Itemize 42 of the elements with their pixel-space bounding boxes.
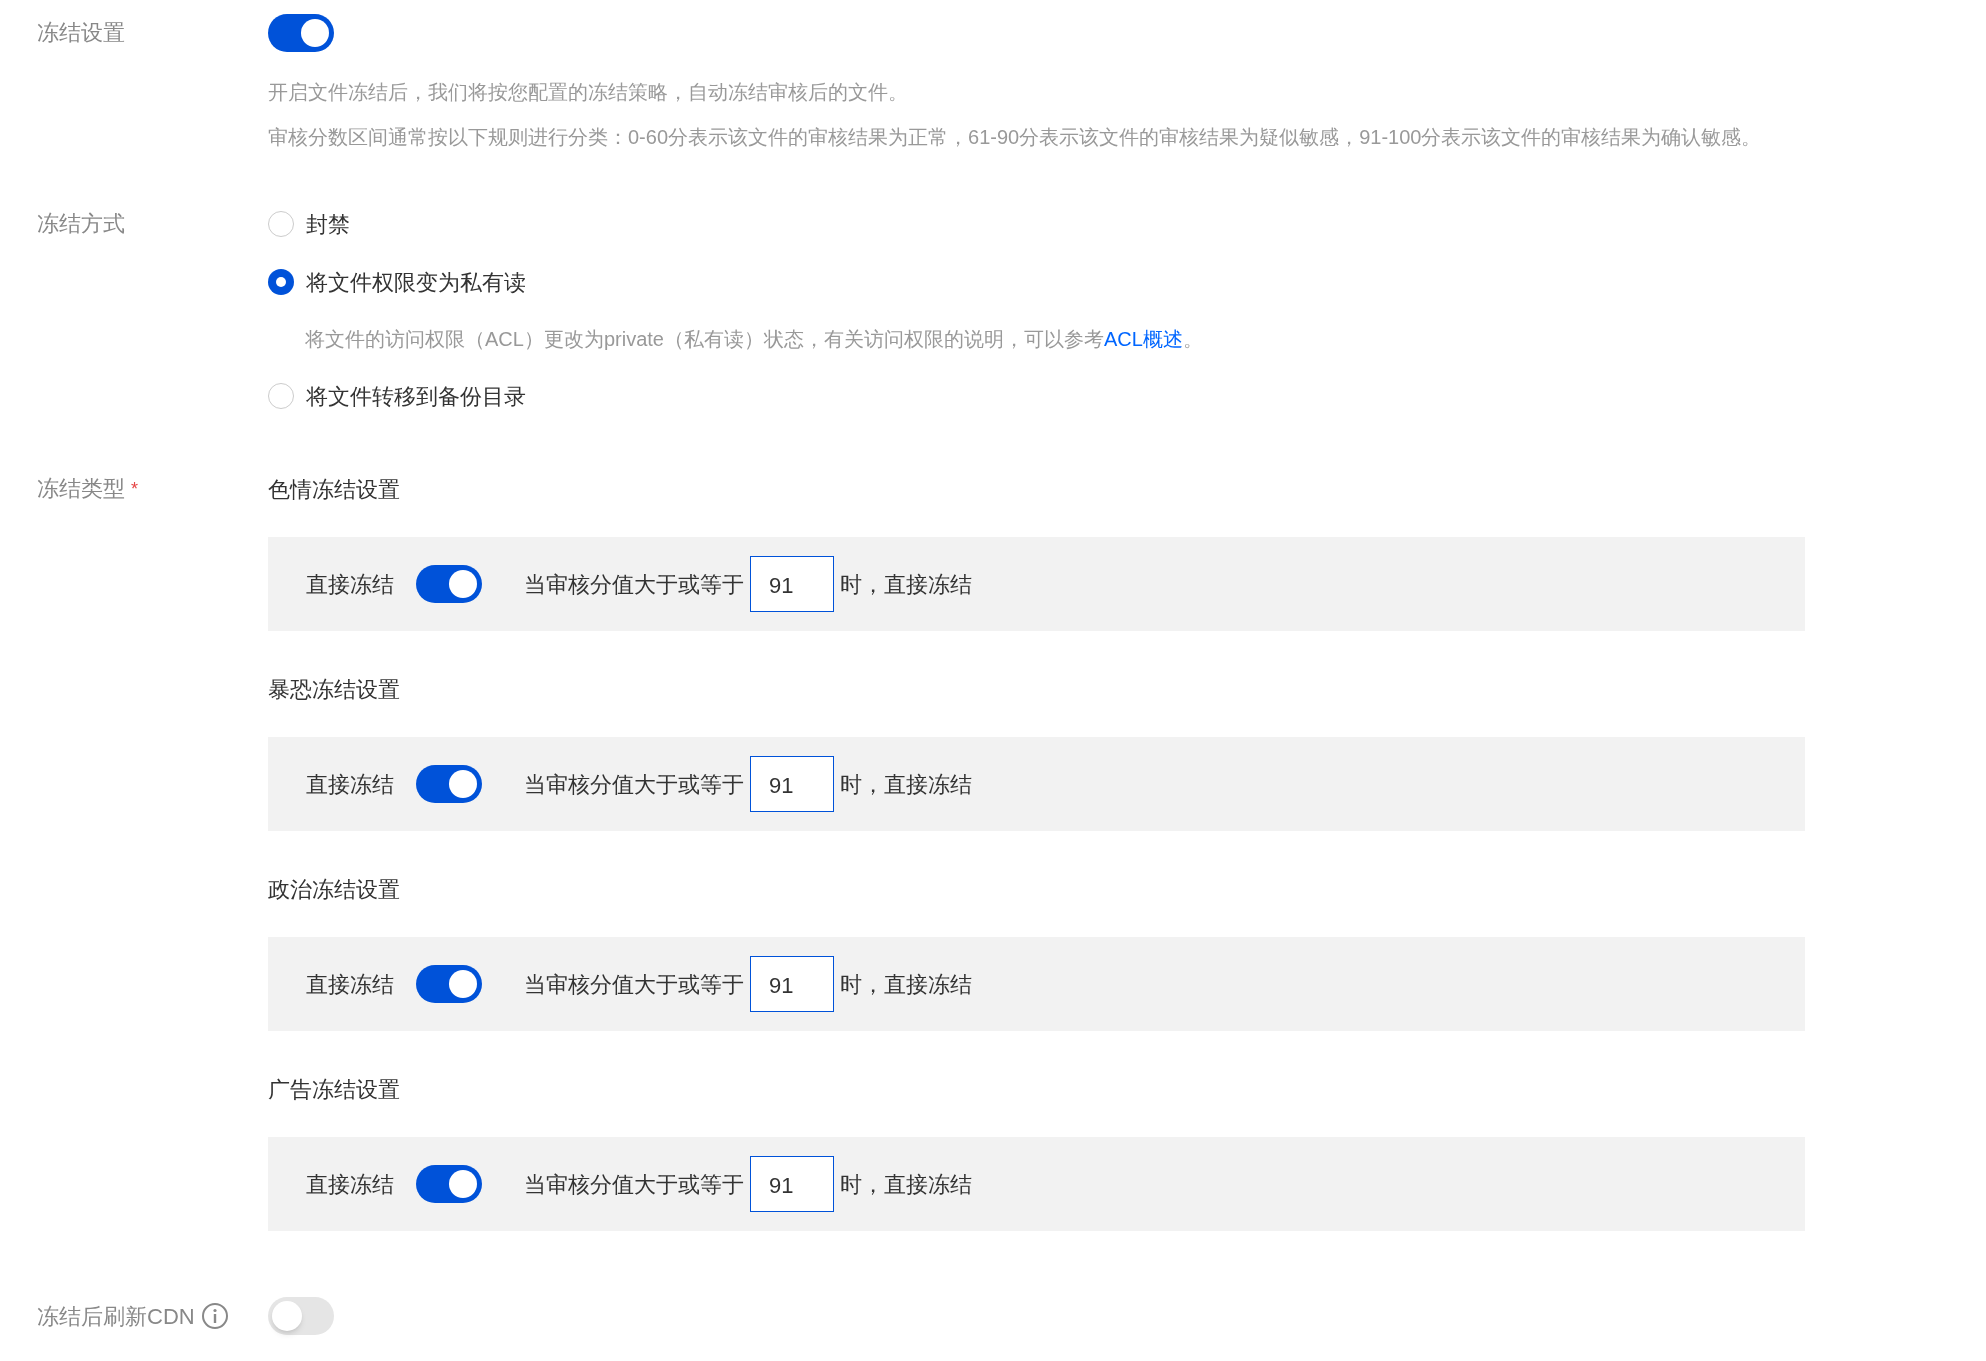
- radio-option[interactable]: 将文件转移到备份目录: [268, 373, 526, 419]
- acl-link[interactable]: ACL概述: [1103, 328, 1183, 350]
- toggle-switch[interactable]: [416, 1165, 482, 1203]
- radio-option[interactable]: 将文件权限变为私有读: [268, 259, 526, 305]
- description-text: 审核分数区间通常按以下规则进行分类：0-60分表示该文件的审核结果为正常，61-90分表示该文件的审核结果为疑似敏感，91-100分表示该文件的审核结果为确认敏感。: [268, 125, 1762, 150]
- suffix-text: 时，直接冻结: [840, 570, 972, 599]
- option-note: 将文件的访问权限（ACL）更改为private（私有读）状态，有关访问权限的说明，可以参考ACL概述。: [305, 327, 1203, 352]
- section-title: 暴恐冻结设置: [268, 675, 400, 704]
- field-label: 冻结后刷新CDN: [37, 1302, 195, 1331]
- condition-text: 当审核分值大于或等于: [524, 570, 744, 599]
- suffix-text: 时，直接冻结: [840, 970, 972, 999]
- section-title: 广告冻结设置: [268, 1075, 400, 1104]
- radio-button[interactable]: [268, 383, 294, 409]
- score-input[interactable]: 91: [750, 1156, 834, 1212]
- condition-text: 当审核分值大于或等于: [524, 770, 744, 799]
- toggle-label: 直接冻结: [306, 970, 394, 999]
- toggle-switch[interactable]: [416, 765, 482, 803]
- suffix-text: 时，直接冻结: [840, 1170, 972, 1199]
- description-text: 开启文件冻结后，我们将按您配置的冻结策略，自动冻结审核后的文件。: [268, 80, 909, 105]
- radio-button[interactable]: [268, 211, 294, 237]
- radio-option[interactable]: 封禁: [268, 201, 350, 247]
- toggle-switch[interactable]: [416, 565, 482, 603]
- required-mark: *: [131, 477, 138, 501]
- field-label: 冻结设置: [37, 19, 125, 47]
- info-icon[interactable]: [200, 1302, 229, 1330]
- toggle-switch[interactable]: [416, 965, 482, 1003]
- condition-text: 当审核分值大于或等于: [524, 970, 744, 999]
- section-title: 色情冻结设置: [268, 475, 400, 504]
- field-label: 冻结方式: [37, 210, 125, 238]
- field-label: 冻结类型: [37, 475, 125, 503]
- toggle-switch[interactable]: [268, 14, 334, 52]
- condition-text: 当审核分值大于或等于: [524, 1170, 744, 1199]
- score-input[interactable]: 91: [750, 556, 834, 612]
- toggle-label: 直接冻结: [306, 770, 394, 799]
- suffix-text: 时，直接冻结: [840, 770, 972, 799]
- radio-button[interactable]: [268, 269, 294, 295]
- toggle-switch[interactable]: [268, 1297, 334, 1335]
- toggle-label: 直接冻结: [306, 1170, 394, 1199]
- toggle-label: 直接冻结: [306, 570, 394, 599]
- score-input[interactable]: 91: [750, 956, 834, 1012]
- score-input[interactable]: 91: [750, 756, 834, 812]
- section-title: 政治冻结设置: [268, 875, 400, 904]
